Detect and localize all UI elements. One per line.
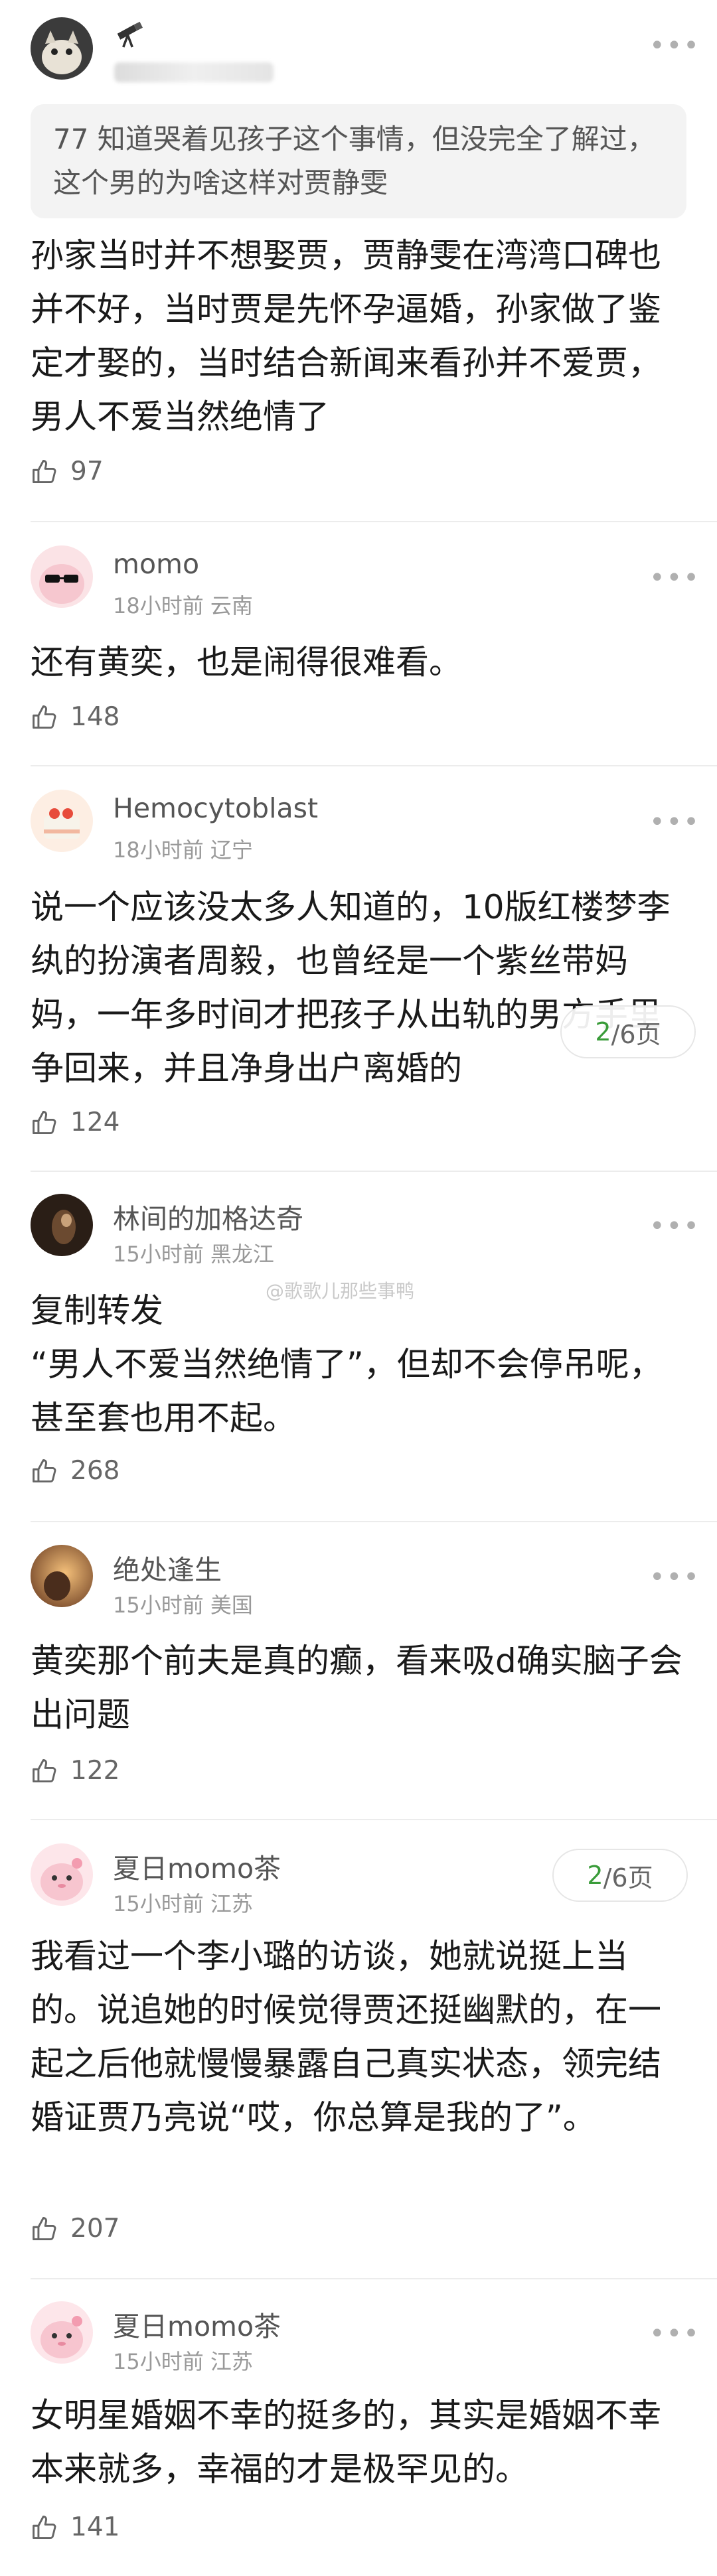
- like-button[interactable]: 148: [31, 702, 120, 732]
- comment-text: 复制转发 “男人不爱当然绝情了”，但却不会停吊呢，甚至套也用不起。: [31, 1291, 663, 1437]
- thumbs-up-icon: [31, 457, 60, 486]
- thumbs-up-icon: [31, 2513, 60, 2542]
- avatar[interactable]: [31, 17, 93, 80]
- like-count: 268: [70, 1456, 120, 1486]
- like-button[interactable]: 268: [31, 1456, 120, 1486]
- comment-text: 我看过一个李小璐的访谈，她就说挺上当的。说追她的时候觉得贾还挺幽默的，在一起之后…: [31, 1937, 661, 2137]
- comment-text: 黄奕那个前夫是真的癫，看来吸d确实脑子会出问题: [31, 1642, 682, 1734]
- thumbs-up-icon: [31, 1108, 60, 1137]
- page-current: 2: [595, 1017, 611, 1046]
- like-count: 148: [70, 702, 120, 732]
- page-indicator[interactable]: 2/6页: [552, 1849, 688, 1902]
- page-total: /6页: [603, 1863, 653, 1893]
- timestamp-location: 15小时前 江苏: [113, 1891, 253, 1916]
- quoted-reply-text: 77 知道哭着见孩子这个事情，但没完全了解过，这个男的为啥这样对贾静雯: [53, 123, 655, 199]
- username[interactable]: 林间的加格达奇: [113, 1196, 303, 1236]
- divider: [31, 765, 717, 766]
- page-total: /6页: [611, 1019, 661, 1049]
- username[interactable]: 绝处逢生: [113, 1547, 222, 1587]
- divider: [31, 1521, 717, 1522]
- comment-text: 说一个应该没太多人知道的，10版红楼梦李纨的扮演者周毅，也曾经是一个紫丝带妈妈，…: [31, 888, 671, 1088]
- more-options-icon[interactable]: •••: [649, 1211, 700, 1242]
- more-options-icon[interactable]: •••: [649, 2319, 700, 2349]
- avatar[interactable]: [31, 790, 93, 852]
- like-count: 207: [70, 2214, 120, 2244]
- timestamp-location: 18小时前 云南: [113, 593, 253, 618]
- avatar[interactable]: [31, 545, 93, 608]
- like-count: 124: [70, 1108, 120, 1137]
- avatar[interactable]: [31, 1194, 93, 1256]
- comment-text: 还有黄奕，也是闹得很难看。: [31, 643, 462, 681]
- like-count: 141: [70, 2512, 120, 2542]
- like-button[interactable]: 97: [31, 457, 104, 486]
- timestamp-location: 15小时前 美国: [113, 1593, 253, 1618]
- like-count: 122: [70, 1756, 120, 1786]
- avatar[interactable]: [31, 1843, 93, 1906]
- more-options-icon[interactable]: •••: [649, 31, 700, 61]
- username[interactable]: momo: [113, 548, 199, 580]
- divider: [31, 2278, 717, 2279]
- telescope-icon: [113, 17, 149, 56]
- more-options-icon[interactable]: •••: [649, 1562, 700, 1593]
- username-blurred[interactable]: [114, 62, 274, 82]
- more-options-icon[interactable]: •••: [649, 807, 700, 837]
- like-button[interactable]: 141: [31, 2512, 120, 2542]
- timestamp-location: 18小时前 辽宁: [113, 837, 253, 863]
- comment-text: 孙家当时并不想娶贾，贾静雯在湾湾口碑也并不好，当时贾是先怀孕逼婚，孙家做了鉴定才…: [31, 236, 661, 436]
- username[interactable]: 夏日momo茶: [113, 1846, 281, 1886]
- avatar[interactable]: [31, 1545, 93, 1607]
- like-button[interactable]: 207: [31, 2214, 120, 2244]
- timestamp-location: 15小时前 江苏: [113, 2349, 253, 2374]
- divider: [31, 1819, 717, 1820]
- username[interactable]: 夏日momo茶: [113, 2304, 281, 2344]
- more-options-icon[interactable]: •••: [649, 563, 700, 593]
- divider: [31, 521, 717, 522]
- thumbs-up-icon: [31, 703, 60, 732]
- avatar[interactable]: [31, 2301, 93, 2364]
- thumbs-up-icon: [31, 1457, 60, 1486]
- quoted-reply[interactable]: 77 知道哭着见孩子这个事情，但没完全了解过，这个男的为啥这样对贾静雯: [31, 104, 686, 218]
- page-current: 2: [587, 1861, 603, 1890]
- thumbs-up-icon: [31, 2214, 60, 2244]
- like-button[interactable]: 122: [31, 1756, 120, 1786]
- comment-text: 女明星婚姻不幸的挺多的，其实是婚姻不幸本来就多，幸福的才是极罕见的。: [31, 2396, 661, 2488]
- divider: [31, 1171, 717, 1172]
- thumbs-up-icon: [31, 1756, 60, 1786]
- page-indicator[interactable]: 2/6页: [560, 1005, 696, 1058]
- timestamp-location: 15小时前 黑龙江: [113, 1242, 274, 1267]
- username[interactable]: Hemocytoblast: [113, 792, 318, 824]
- like-count: 97: [70, 457, 104, 486]
- like-button[interactable]: 124: [31, 1108, 120, 1137]
